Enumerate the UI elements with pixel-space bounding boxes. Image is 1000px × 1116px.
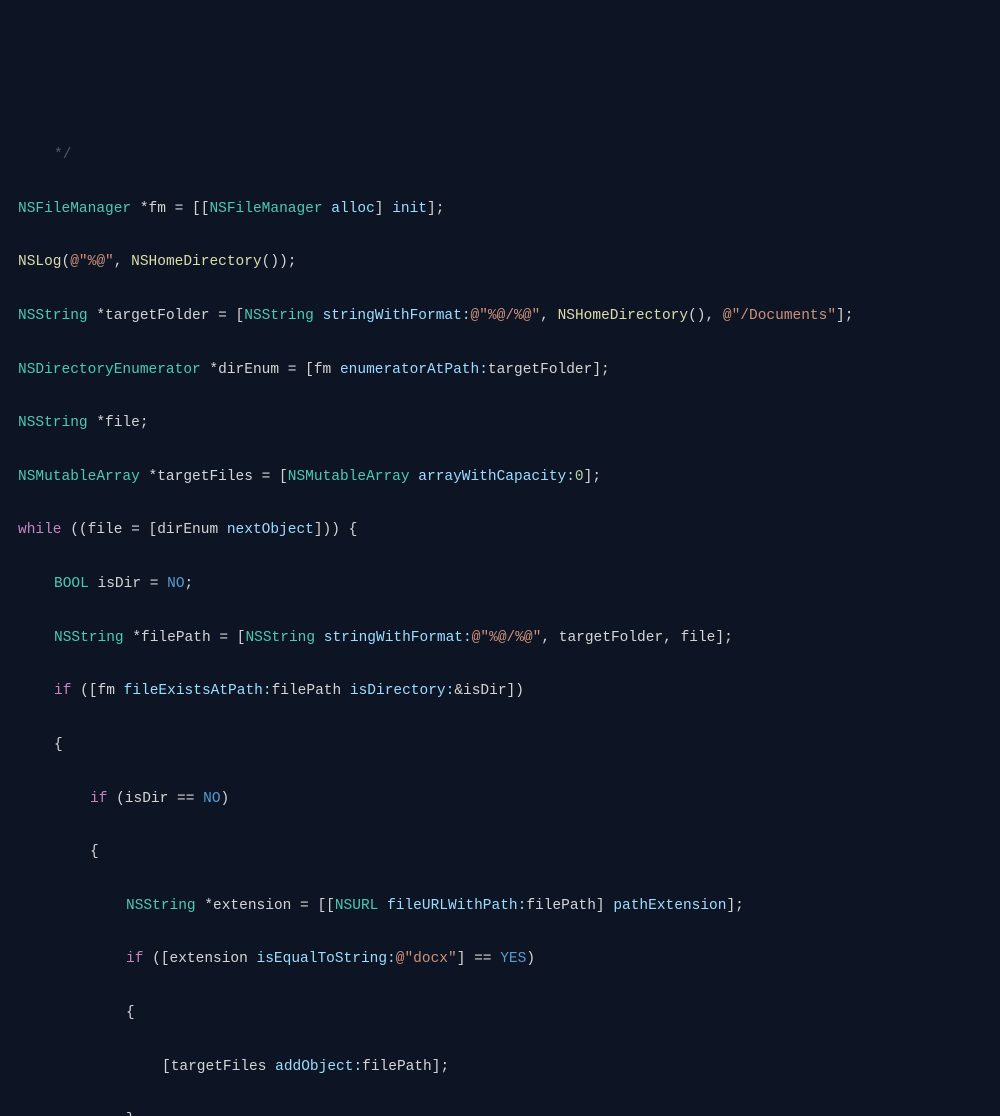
code-line: if ([fm fileExistsAtPath:filePath isDire… — [18, 678, 1000, 705]
code-line: NSString *file; — [18, 410, 1000, 437]
code-line: NSString *filePath = [NSString stringWit… — [18, 625, 1000, 652]
code-line: NSString *extension = [[NSURL fileURLWit… — [18, 893, 1000, 920]
code-line: NSLog(@"%@", NSHomeDirectory()); — [18, 249, 1000, 276]
code-line: NSDirectoryEnumerator *dirEnum = [fm enu… — [18, 357, 1000, 384]
code-line: BOOL isDir = NO; — [18, 571, 1000, 598]
code-line: [targetFiles addObject:filePath]; — [18, 1054, 1000, 1081]
code-line: { — [18, 1000, 1000, 1027]
code-line: } — [18, 1107, 1000, 1116]
code-line: while ((file = [dirEnum nextObject])) { — [18, 517, 1000, 544]
code-line: */ — [18, 142, 1000, 169]
code-line: if ([extension isEqualToString:@"docx"] … — [18, 946, 1000, 973]
code-line: { — [18, 839, 1000, 866]
code-line: NSString *targetFolder = [NSString strin… — [18, 303, 1000, 330]
code-line: { — [18, 732, 1000, 759]
code-line: NSFileManager *fm = [[NSFileManager allo… — [18, 196, 1000, 223]
code-line: NSMutableArray *targetFiles = [NSMutable… — [18, 464, 1000, 491]
code-editor[interactable]: */ NSFileManager *fm = [[NSFileManager a… — [18, 115, 1000, 1116]
code-line: if (isDir == NO) — [18, 786, 1000, 813]
